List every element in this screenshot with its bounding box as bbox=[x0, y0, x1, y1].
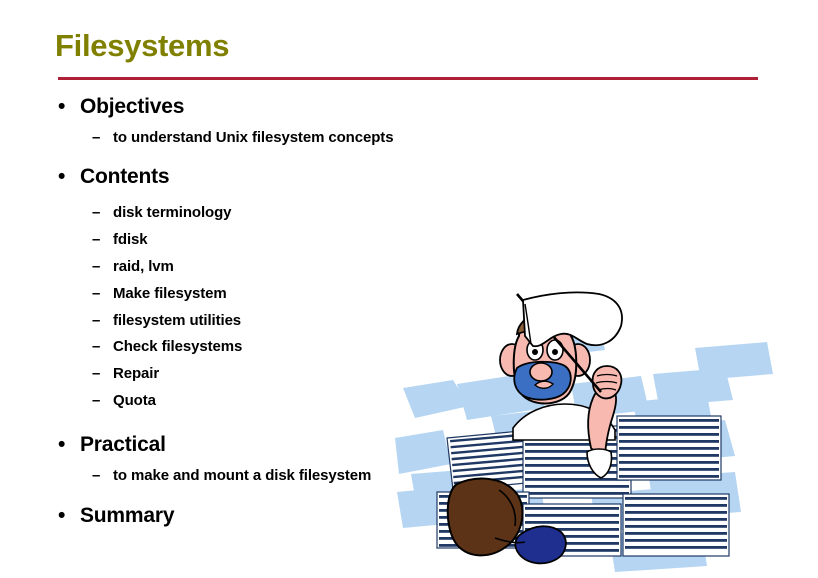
dash-marker-icon: – bbox=[92, 257, 101, 275]
list-item-label: filesystem utilities bbox=[113, 311, 242, 329]
dash-marker-icon: – bbox=[92, 365, 101, 383]
dash-marker-icon: – bbox=[92, 129, 101, 147]
list-item-label: raid, lvm bbox=[113, 257, 174, 275]
section-heading-practical: • Practical bbox=[0, 432, 818, 458]
dash-marker-icon: – bbox=[92, 338, 101, 356]
section-contents: • Contents – disk terminology – fdisk – … bbox=[0, 164, 818, 411]
section-summary: • Summary bbox=[0, 503, 818, 529]
bullet-marker-icon: • bbox=[58, 95, 66, 118]
list-item: – disk terminology bbox=[0, 204, 818, 223]
presentation-slide: Filesystems • Objectives – to understand… bbox=[0, 0, 818, 578]
title-underline-rule bbox=[58, 77, 758, 80]
section-heading-contents: • Contents bbox=[0, 164, 818, 190]
section-heading-summary: • Summary bbox=[0, 503, 818, 529]
dash-marker-icon: – bbox=[92, 467, 101, 485]
section-objectives: • Objectives – to understand Unix filesy… bbox=[0, 94, 818, 148]
list-item: – filesystem utilities bbox=[0, 312, 818, 331]
section-heading-objectives: • Objectives bbox=[0, 94, 818, 120]
dash-marker-icon: – bbox=[92, 311, 101, 329]
list-item-label: Quota bbox=[113, 392, 156, 410]
dash-marker-icon: – bbox=[92, 230, 101, 248]
section-heading-label: Contents bbox=[80, 164, 170, 188]
bullet-marker-icon: • bbox=[58, 504, 66, 527]
dash-marker-icon: – bbox=[92, 392, 101, 410]
dash-marker-icon: – bbox=[92, 203, 101, 221]
list-item-label: Make filesystem bbox=[113, 284, 227, 302]
list-item: – to understand Unix filesystem concepts bbox=[0, 129, 818, 148]
list-item: – fdisk bbox=[0, 231, 818, 250]
bullet-marker-icon: • bbox=[58, 433, 66, 457]
list-item: – Make filesystem bbox=[0, 285, 818, 304]
section-heading-label: Objectives bbox=[80, 95, 185, 118]
list-item: – Repair bbox=[0, 365, 818, 384]
list-item: – raid, lvm bbox=[0, 258, 818, 277]
section-heading-label: Summary bbox=[80, 504, 175, 527]
bullet-marker-icon: • bbox=[58, 164, 66, 188]
list-item-label: fdisk bbox=[113, 230, 148, 248]
list-item: – Quota bbox=[0, 392, 818, 411]
list-item-label: to make and mount a disk filesystem bbox=[113, 467, 372, 485]
list-item: – to make and mount a disk filesystem bbox=[0, 467, 818, 486]
section-heading-label: Practical bbox=[80, 433, 166, 457]
dash-marker-icon: – bbox=[92, 284, 101, 302]
list-item-label: Check filesystems bbox=[113, 338, 243, 356]
slide-title: Filesystems bbox=[55, 28, 230, 63]
list-item-label: Repair bbox=[113, 365, 160, 383]
list-item-label: disk terminology bbox=[113, 203, 232, 221]
list-item: – Check filesystems bbox=[0, 338, 818, 357]
section-practical: • Practical – to make and mount a disk f… bbox=[0, 432, 818, 486]
slide-body: • Objectives – to understand Unix filesy… bbox=[0, 94, 818, 529]
list-item-label: to understand Unix filesystem concepts bbox=[113, 129, 394, 147]
